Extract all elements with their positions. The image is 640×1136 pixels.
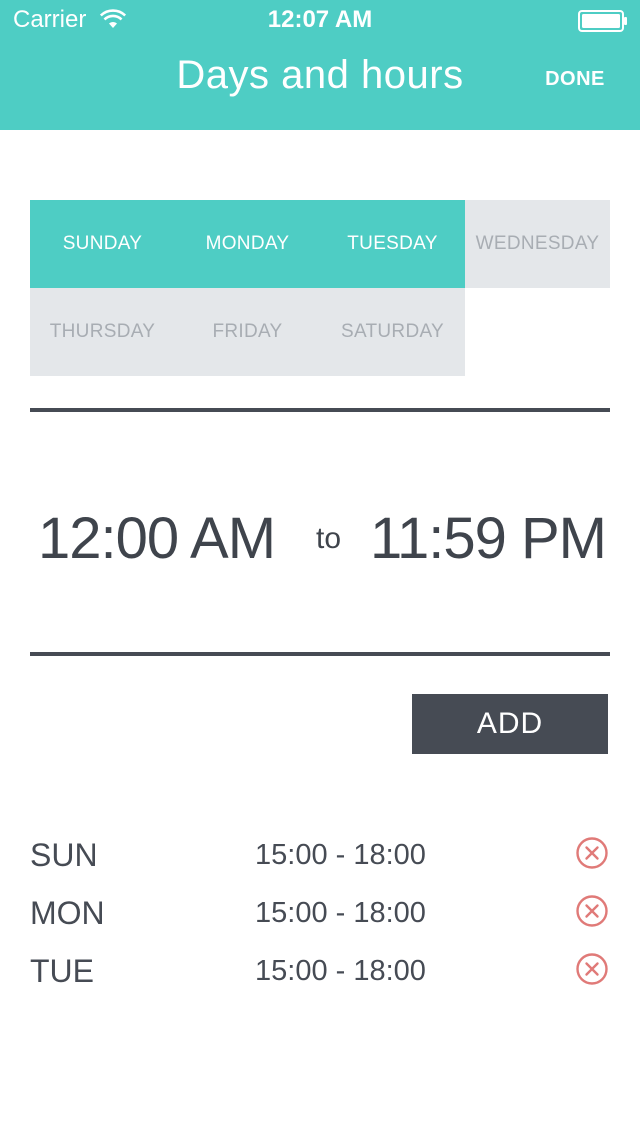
day-toggle-saturday[interactable]: SATURDAY: [320, 288, 465, 376]
schedule-list: SUN 15:00 - 18:00 MON 15:00 - 18:00 TUE …: [30, 826, 610, 1006]
day-toggle-sunday[interactable]: SUNDAY: [30, 200, 175, 288]
remove-circle-x-icon[interactable]: [575, 952, 609, 986]
schedule-time-range: 15:00 - 18:00: [255, 839, 426, 871]
bottom-divider: [30, 652, 610, 656]
start-time-picker[interactable]: 12:00 AM: [38, 499, 288, 579]
time-range: 12:00 AM to 11:59 PM: [30, 412, 610, 652]
day-toggle-friday[interactable]: FRIDAY: [175, 288, 320, 376]
add-button[interactable]: ADD: [412, 694, 608, 754]
day-toggle-tuesday[interactable]: TUESDAY: [320, 200, 465, 288]
nav-header: Carrier 12:07 AM Days and hours DONE: [0, 0, 640, 130]
remove-circle-x-icon[interactable]: [575, 894, 609, 928]
schedule-time-range: 15:00 - 18:00: [255, 897, 426, 929]
time-separator: to: [316, 522, 342, 555]
end-time-picker[interactable]: 11:59 PM: [370, 499, 610, 579]
battery-icon: [578, 10, 627, 32]
done-button[interactable]: DONE: [530, 62, 620, 96]
status-bar: Carrier 12:07 AM: [0, 0, 640, 40]
list-item: SUN 15:00 - 18:00: [30, 826, 610, 884]
list-item: MON 15:00 - 18:00: [30, 884, 610, 942]
day-selector: SUNDAY MONDAY TUESDAY WEDNESDAY THURSDAY…: [30, 200, 610, 376]
schedule-day: MON: [30, 895, 105, 931]
status-time: 12:07 AM: [267, 6, 373, 33]
schedule-day: SUN: [30, 837, 98, 873]
schedule-day: TUE: [30, 953, 94, 989]
day-toggle-thursday[interactable]: THURSDAY: [30, 288, 175, 376]
remove-circle-x-icon[interactable]: [575, 836, 609, 870]
day-toggle-monday[interactable]: MONDAY: [175, 200, 320, 288]
day-toggle-wednesday[interactable]: WEDNESDAY: [465, 200, 610, 288]
list-item: TUE 15:00 - 18:00: [30, 942, 610, 1000]
schedule-time-range: 15:00 - 18:00: [255, 955, 426, 987]
